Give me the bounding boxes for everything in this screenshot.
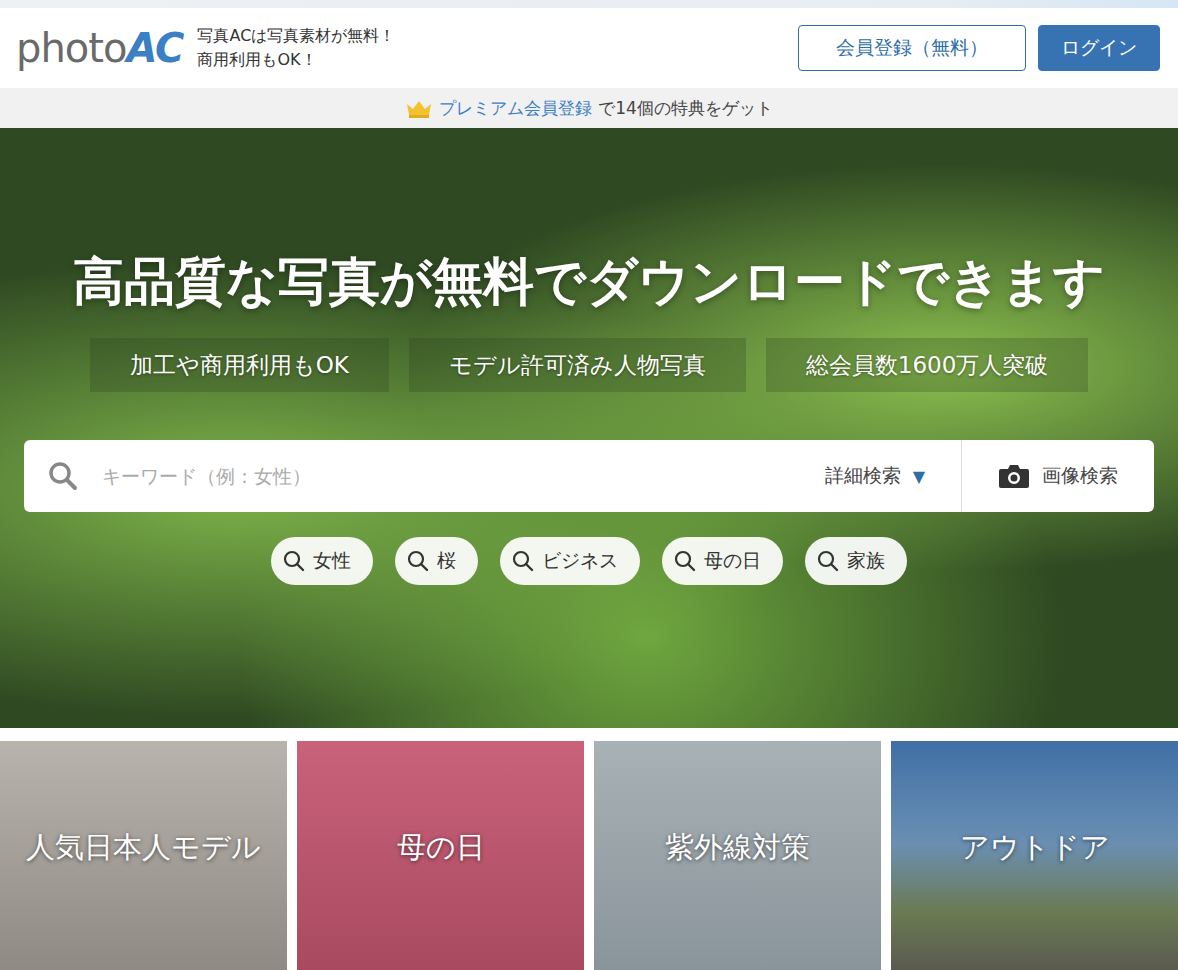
category-label: アウトドア [960, 828, 1110, 868]
search-bar: 詳細検索 ▼ 画像検索 [24, 440, 1154, 512]
tag-label: ビジネス [542, 548, 618, 574]
dropdown-arrow-icon: ▼ [913, 467, 925, 486]
search-input[interactable] [100, 464, 819, 488]
tag[interactable]: ビジネス [500, 537, 640, 585]
tag-label: 女性 [313, 548, 351, 574]
crown-icon [405, 98, 433, 118]
advanced-search-label: 詳細検索 [825, 463, 901, 489]
tagline-line: 写真ACは写真素材が無料！ [197, 24, 395, 48]
category-label: 母の日 [397, 828, 485, 868]
image-search-label: 画像検索 [1042, 463, 1118, 489]
tagline-line: 商用利用もOK！ [197, 48, 395, 72]
feature: 加工や商用利用もOK [90, 338, 389, 392]
logo-prefix: photo [16, 25, 126, 71]
header-button[interactable]: 会員登録（無料） [798, 25, 1026, 71]
tag[interactable]: 桜 [395, 537, 478, 585]
tagline: 写真ACは写真素材が無料！商用利用もOK！ [197, 24, 395, 72]
header: photoAC 写真ACは写真素材が無料！商用利用もOK！ 会員登録（無料） ログイン [0, 8, 1178, 88]
category-list: 人気日本人モデル 母の日 紫外線対策 アウトドア [0, 728, 1178, 970]
search-icon [512, 550, 534, 572]
search-icon [48, 461, 78, 491]
hero-title: 高品質な写真が無料でダウンロードできます [73, 246, 1105, 318]
brand: photoAC 写真ACは写真素材が無料！商用利用もOK！ [16, 24, 395, 72]
category-card[interactable]: 紫外線対策 [594, 741, 881, 970]
search-icon [407, 550, 429, 572]
tag[interactable]: 母の日 [662, 537, 783, 585]
tag-label: 家族 [847, 548, 885, 574]
feature: モデル許可済み人物写真 [409, 338, 746, 392]
premium-link[interactable]: プレミアム会員登録 [439, 97, 592, 120]
search-icon [283, 550, 305, 572]
category-card[interactable]: 人気日本人モデル [0, 741, 287, 970]
feature: 総会員数1600万人突破 [766, 338, 1089, 392]
category-card[interactable]: 母の日 [297, 741, 584, 970]
page: photoAC 写真ACは写真素材が無料！商用利用もOK！ 会員登録（無料） ログイン… [0, 0, 1178, 970]
feature-list: 加工や商用利用もOK モデル許可済み人物写真総会員数1600万人突破 [90, 338, 1089, 392]
premium-text: で14個の特典をゲット [598, 97, 773, 120]
header-button[interactable]: ログイン [1038, 25, 1160, 71]
category-label: 人気日本人モデル [26, 828, 261, 868]
header-buttons: 会員登録（無料） ログイン [798, 25, 1160, 71]
search-icon [817, 550, 839, 572]
tag-list: 女性 桜 ビジネス 母の日 家族 [271, 537, 907, 585]
hero: 高品質な写真が無料でダウンロードできます加工や商用利用もOK モデル許可済み人物写… [0, 128, 1178, 728]
image-search-button[interactable]: 画像検索 [992, 462, 1124, 490]
logo-suffix: AC [126, 25, 183, 71]
advanced-search-button[interactable]: 詳細検索 ▼ [819, 462, 931, 490]
tag[interactable]: 女性 [271, 537, 373, 585]
search-icon [674, 550, 696, 572]
camera-icon [998, 463, 1030, 489]
tag-label: 母の日 [704, 548, 761, 574]
search-divider [961, 440, 962, 512]
tag-label: 桜 [437, 548, 456, 574]
logo[interactable]: photoAC [16, 28, 183, 68]
top-strip [0, 0, 1178, 8]
category-label: 紫外線対策 [665, 828, 810, 868]
category-card[interactable]: アウトドア [891, 741, 1178, 970]
premium-banner: プレミアム会員登録で14個の特典をゲット [0, 88, 1178, 128]
tag[interactable]: 家族 [805, 537, 907, 585]
